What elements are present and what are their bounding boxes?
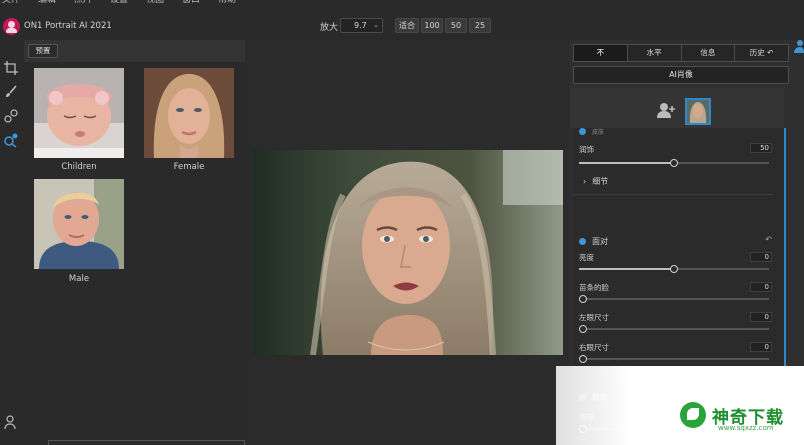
detail-label: 细节 xyxy=(592,177,609,186)
menu-settings[interactable]: 设置 xyxy=(110,0,128,6)
zoom-label: 放大 xyxy=(320,23,339,33)
female-photo xyxy=(144,68,234,158)
app-window: 文件 编辑 照片 设置 视图 窗口 帮助 ON1 Portrait AI 202… xyxy=(0,0,804,445)
preset-label-children: Children xyxy=(61,162,97,172)
male-photo xyxy=(34,179,124,269)
watermark-url: www.sqxzz.com xyxy=(718,424,774,432)
add-face-icon[interactable] xyxy=(657,102,677,118)
slim-face-label: 苗条的脸 xyxy=(579,283,609,292)
image-canvas[interactable] xyxy=(245,40,570,445)
zoom-100-button[interactable]: 100 xyxy=(421,18,443,33)
right-eye-size-value[interactable]: 0 xyxy=(750,342,772,352)
presets-browser: 预置 Children Female Male xyxy=(24,40,245,445)
detail-expander[interactable]: › 细节 xyxy=(583,176,608,187)
reset-icon[interactable]: ↶ xyxy=(765,235,772,244)
menu-edit[interactable]: 编辑 xyxy=(38,0,56,6)
app-logo-icon xyxy=(3,18,20,35)
tab-history[interactable]: 历史 ↶ xyxy=(735,45,788,61)
menu-view[interactable]: 视图 xyxy=(146,0,164,6)
tab-info[interactable]: 信息 xyxy=(682,45,736,61)
browser-scroll-area[interactable] xyxy=(48,440,245,445)
zoom-50-button[interactable]: 50 xyxy=(445,18,467,33)
face-brightness-label: 亮度 xyxy=(579,253,594,262)
ai-portrait-button[interactable]: AI肖像 xyxy=(573,66,789,84)
tab-level[interactable]: 水平 xyxy=(628,45,682,61)
user-settings-icon[interactable] xyxy=(3,414,19,430)
smooth-slider[interactable] xyxy=(579,159,769,167)
slider-fill xyxy=(579,268,674,270)
slider-knob[interactable] xyxy=(670,265,678,273)
zoom-select[interactable]: 9.7 ⌄ xyxy=(340,18,383,33)
watermark: 神奇下载 www.sqxzz.com xyxy=(556,366,804,445)
browser-header: 预置 xyxy=(24,40,245,62)
preset-thumbnail-female[interactable] xyxy=(144,68,234,158)
tool-strip xyxy=(0,40,24,445)
menu-file[interactable]: 文件 xyxy=(2,0,20,6)
section-toggle-icon[interactable] xyxy=(579,238,586,245)
left-eye-size-value[interactable]: 0 xyxy=(750,312,772,322)
retouch-tool-icon[interactable] xyxy=(3,108,19,124)
portrait-tool-icon[interactable] xyxy=(3,132,19,148)
zoom-buttons: 适合 100 50 25 xyxy=(395,18,491,33)
slider-fill xyxy=(579,162,674,164)
crop-tool-icon[interactable] xyxy=(3,60,19,76)
zoom-fit-button[interactable]: 适合 xyxy=(395,18,419,33)
chevron-right-icon: › xyxy=(583,177,587,186)
menu-photo[interactable]: 照片 xyxy=(74,0,92,6)
face-brightness-slider[interactable] xyxy=(579,265,769,273)
brush-tool-icon[interactable] xyxy=(3,84,19,100)
slider-knob[interactable] xyxy=(579,295,587,303)
preset-label-male: Male xyxy=(68,274,90,284)
right-eye-size-label: 右眼尺寸 xyxy=(579,343,609,352)
menu-bar: 文件 编辑 照片 设置 视图 窗口 帮助 xyxy=(0,0,804,6)
menu-help[interactable]: 帮助 xyxy=(218,0,236,6)
title-bar: ON1 Portrait AI 2021 放大 9.7 ⌄ 适合 100 50 … xyxy=(0,14,804,40)
portrait-image xyxy=(253,150,563,355)
preset-thumbnail-male[interactable] xyxy=(34,179,124,269)
slider-knob[interactable] xyxy=(670,159,678,167)
tab-none[interactable]: 不 xyxy=(574,45,628,61)
tab-history-label: 历史 xyxy=(749,48,765,57)
left-eye-size-label: 左眼尺寸 xyxy=(579,313,609,322)
section-skin-title: 皮肤 xyxy=(592,129,605,136)
menu-window[interactable]: 窗口 xyxy=(182,0,200,6)
baby-photo xyxy=(34,68,124,158)
right-eye-size-slider[interactable] xyxy=(579,355,769,363)
face-selector xyxy=(570,88,784,128)
section-skin-header[interactable]: 皮肤 xyxy=(579,127,604,136)
chevron-down-icon: ⌄ xyxy=(373,21,379,29)
app-title: ON1 Portrait AI 2021 xyxy=(24,21,112,31)
portrait-photo xyxy=(253,150,563,355)
slider-knob[interactable] xyxy=(579,325,587,333)
section-face-header[interactable]: 面对 xyxy=(579,236,608,247)
divider xyxy=(573,194,773,195)
presets-tab[interactable]: 预置 xyxy=(28,44,58,58)
preset-label-female: Female xyxy=(173,162,205,172)
watermark-logo-icon xyxy=(680,402,706,428)
slider-knob[interactable] xyxy=(579,355,587,363)
smooth-label: 润饰 xyxy=(579,145,594,154)
selected-face-thumbnail[interactable] xyxy=(685,98,711,125)
preset-thumbnail-children[interactable] xyxy=(34,68,124,158)
left-eye-size-slider[interactable] xyxy=(579,325,769,333)
section-face-title: 面对 xyxy=(592,237,608,246)
slim-face-slider[interactable] xyxy=(579,295,769,303)
panel-tabs: 不 水平 信息 历史 ↶ xyxy=(573,44,789,62)
smooth-value[interactable]: 50 xyxy=(750,143,772,153)
undo-icon: ↶ xyxy=(767,48,774,57)
zoom-value: 9.7 xyxy=(354,21,367,30)
user-account-icon[interactable] xyxy=(794,38,804,53)
face-brightness-value[interactable]: 0 xyxy=(750,252,772,262)
zoom-25-button[interactable]: 25 xyxy=(469,18,491,33)
slim-face-value[interactable]: 0 xyxy=(750,282,772,292)
section-toggle-icon[interactable] xyxy=(579,128,586,135)
